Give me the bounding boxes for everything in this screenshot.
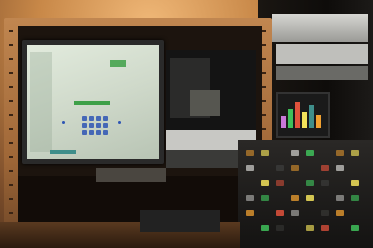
console-button (306, 225, 314, 231)
console-button (291, 195, 299, 201)
console-button (276, 165, 284, 171)
screen-toolbar-highlight (110, 60, 126, 67)
console-button (306, 180, 314, 186)
keypad-key (96, 130, 101, 135)
keypad-key (89, 116, 94, 121)
console-button (321, 180, 329, 186)
keypad-key (89, 130, 94, 135)
console-button (351, 180, 359, 186)
screen-marker-left (62, 121, 65, 124)
keypad-key (103, 116, 108, 121)
console-button (351, 225, 359, 231)
console-button (261, 195, 269, 201)
console-button (321, 225, 329, 231)
console-button (261, 225, 269, 231)
keypad-key (82, 116, 87, 121)
console-button (321, 165, 329, 171)
console-button (336, 210, 344, 216)
console-button (306, 195, 314, 201)
keypad-key (96, 123, 101, 128)
keypad-key (96, 116, 101, 121)
console-buttons (246, 150, 370, 246)
console-button (246, 195, 254, 201)
display-bar (309, 105, 314, 128)
floor-equipment (140, 210, 220, 232)
console-button (246, 210, 254, 216)
keypad-key (89, 123, 94, 128)
console-button (246, 150, 254, 156)
rail-screws-left (9, 30, 13, 220)
keypad-key (82, 130, 87, 135)
screen-keypad (82, 116, 112, 138)
console-button (276, 180, 284, 186)
console-display-bars (281, 98, 321, 128)
console-button (291, 165, 299, 171)
console-button (336, 150, 344, 156)
console-button (291, 150, 299, 156)
display-bar (288, 109, 293, 128)
right-rack-top (272, 14, 368, 42)
rack-unit-window (190, 90, 220, 116)
console-button (276, 225, 284, 231)
console-button (261, 150, 269, 156)
console-button (321, 210, 329, 216)
console-button (276, 210, 284, 216)
console-button (336, 195, 344, 201)
console-button (261, 180, 269, 186)
display-bar (302, 112, 307, 128)
console-button (246, 165, 254, 171)
display-bar (295, 102, 300, 128)
photo-scene (0, 0, 373, 248)
screen-green-bar (74, 101, 110, 105)
console-button (336, 165, 344, 171)
right-rack-top-2 (276, 44, 368, 64)
console-button (351, 195, 359, 201)
console-button (291, 210, 299, 216)
console-button (351, 150, 359, 156)
right-rack-top-3 (276, 66, 368, 80)
keypad-key (103, 123, 108, 128)
keypad-key (82, 123, 87, 128)
screen-teal-bar (50, 150, 76, 154)
display-bar (316, 115, 321, 128)
shelf-equipment (96, 168, 166, 182)
screen-left-panel (30, 52, 52, 152)
screen-marker-right (118, 121, 121, 124)
keypad-key (103, 130, 108, 135)
console-button (306, 150, 314, 156)
display-bar (281, 116, 286, 128)
